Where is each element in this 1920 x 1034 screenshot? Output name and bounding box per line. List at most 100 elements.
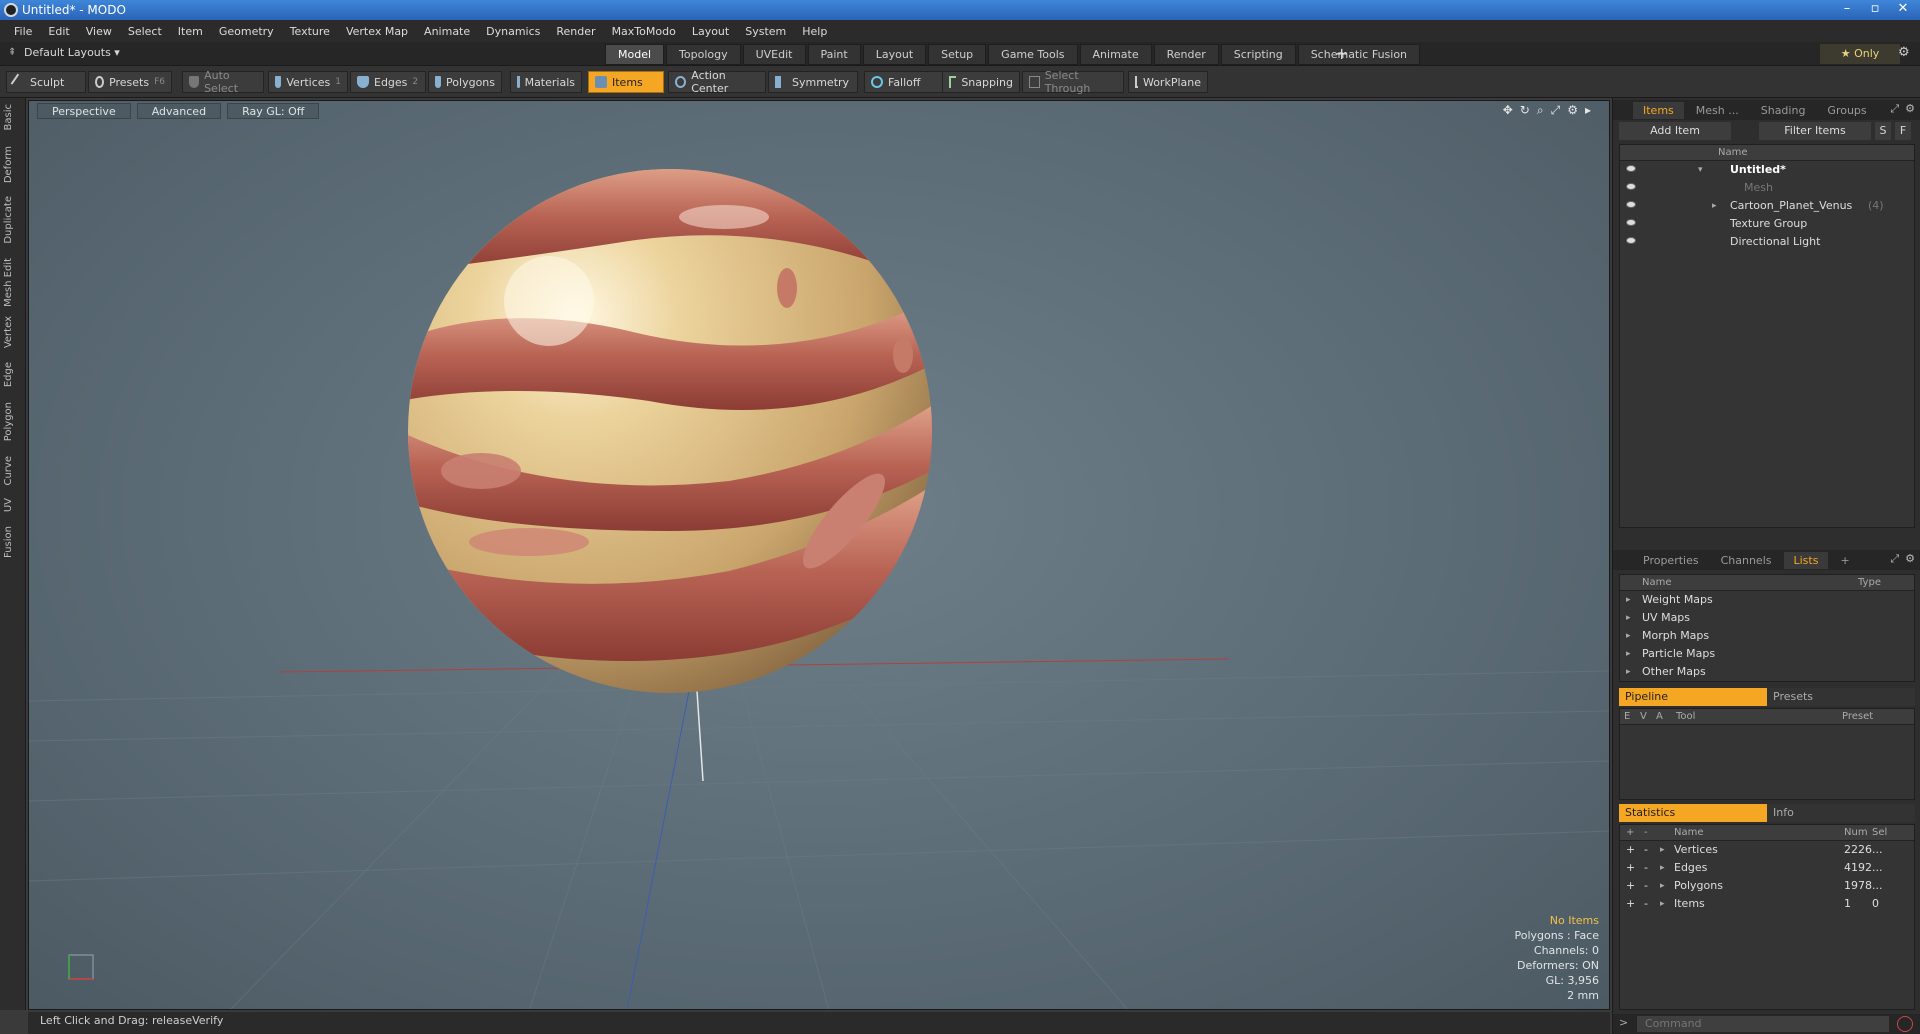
- menu-geometry[interactable]: Geometry: [211, 25, 282, 38]
- tab-shading[interactable]: Shading: [1751, 102, 1816, 119]
- stat-row-vertices[interactable]: + - ▸ Vertices 2226 ...: [1620, 841, 1914, 859]
- tab-lists[interactable]: Lists: [1783, 551, 1829, 569]
- vtab-mesh-edit[interactable]: Mesh Edit: [3, 258, 23, 307]
- action-center-button[interactable]: Action Center: [668, 69, 766, 95]
- visibility-eye-icon[interactable]: [1626, 165, 1636, 172]
- vtab-edge[interactable]: Edge: [3, 362, 23, 387]
- add-item-button[interactable]: Add Item: [1619, 122, 1731, 140]
- tab-layout[interactable]: Layout: [862, 44, 927, 65]
- fit-icon[interactable]: ⤢: [1551, 103, 1561, 118]
- advanced-dropdown[interactable]: Advanced: [136, 103, 222, 119]
- pan-icon[interactable]: ✥: [1503, 103, 1513, 118]
- materials-button[interactable]: Materials: [510, 71, 582, 93]
- tab-channels[interactable]: Channels: [1711, 552, 1782, 569]
- sculpt-button[interactable]: Sculpt: [6, 71, 86, 93]
- vertices-button[interactable]: Vertices 1: [268, 71, 348, 93]
- tab-statistics[interactable]: Statistics: [1619, 804, 1767, 822]
- filter-items-field[interactable]: Filter Items: [1759, 122, 1871, 140]
- auto-select-button[interactable]: Auto Select: [182, 69, 264, 95]
- tab-scripting[interactable]: Scripting: [1220, 44, 1296, 65]
- menu-edit[interactable]: Edit: [40, 25, 77, 38]
- vtab-uv[interactable]: UV: [3, 498, 23, 512]
- tab-items[interactable]: Items: [1633, 101, 1684, 119]
- expand-arrow-icon[interactable]: ▸: [1585, 103, 1591, 118]
- item-row-cartoon-planet-venus[interactable]: ▸ Cartoon_Planet_Venus (4): [1620, 197, 1914, 215]
- stat-row-edges[interactable]: + - ▸ Edges 4192 ...: [1620, 859, 1914, 877]
- tab-game-tools[interactable]: Game Tools: [988, 44, 1078, 65]
- f-button[interactable]: F: [1895, 122, 1911, 140]
- list-item-particle-maps[interactable]: ▸ Particle Maps: [1620, 645, 1914, 663]
- vtab-vertex[interactable]: Vertex: [3, 316, 23, 348]
- panel-expand-icon[interactable]: ⤢: [1890, 552, 1899, 566]
- viewport-settings-icon[interactable]: ⚙: [1567, 103, 1578, 118]
- record-macro-icon[interactable]: [1897, 1016, 1913, 1032]
- menu-layout[interactable]: Layout: [684, 25, 737, 38]
- panel-gear-icon[interactable]: ⚙: [1905, 102, 1915, 116]
- visibility-eye-icon[interactable]: [1626, 237, 1636, 244]
- command-input[interactable]: [1637, 1016, 1889, 1032]
- tab-model[interactable]: Model: [605, 44, 665, 65]
- tab-mesh[interactable]: Mesh ...: [1686, 102, 1749, 119]
- visibility-eye-icon[interactable]: [1626, 201, 1636, 208]
- item-row-texture-group[interactable]: Texture Group: [1620, 215, 1914, 233]
- item-row-directional-light[interactable]: Directional Light: [1620, 233, 1914, 251]
- maximize-button[interactable]: ▫: [1864, 1, 1886, 17]
- tab-setup[interactable]: Setup: [928, 44, 987, 65]
- presets-button[interactable]: Presets F6: [88, 71, 172, 93]
- menu-select[interactable]: Select: [120, 25, 170, 38]
- snapping-button[interactable]: Snapping: [942, 71, 1020, 93]
- menu-dynamics[interactable]: Dynamics: [478, 25, 548, 38]
- close-button[interactable]: ✕: [1892, 1, 1914, 17]
- list-item-uv-maps[interactable]: ▸ UV Maps: [1620, 609, 1914, 627]
- tab-info[interactable]: Info: [1767, 804, 1915, 822]
- gear-icon[interactable]: ⚙: [1898, 45, 1910, 60]
- tab-properties[interactable]: Properties: [1633, 552, 1709, 569]
- falloff-button[interactable]: Falloff: [864, 71, 944, 93]
- vtab-curve[interactable]: Curve: [3, 456, 23, 486]
- tab-render[interactable]: Render: [1153, 44, 1219, 65]
- select-through-button[interactable]: Select Through: [1022, 69, 1124, 95]
- tab-uvedit[interactable]: UVEdit: [742, 44, 806, 65]
- menu-view[interactable]: View: [78, 25, 120, 38]
- only-toggle[interactable]: ★ Only: [1820, 44, 1900, 64]
- add-panel-tab-button[interactable]: +: [1830, 552, 1859, 569]
- tab-presets[interactable]: Presets: [1767, 688, 1915, 706]
- rotate-icon[interactable]: ↻: [1520, 103, 1530, 118]
- menu-help[interactable]: Help: [794, 25, 835, 38]
- panel-gear-icon[interactable]: ⚙: [1905, 552, 1915, 566]
- menu-system[interactable]: System: [737, 25, 794, 38]
- panel-expand-icon[interactable]: ⤢: [1890, 102, 1899, 116]
- vtab-polygon[interactable]: Polygon: [3, 402, 23, 441]
- tab-paint[interactable]: Paint: [807, 44, 861, 65]
- 3d-viewport[interactable]: Perspective Advanced Ray GL: Off ✥ ↻ ⌕ ⤢…: [28, 100, 1610, 1010]
- menu-file[interactable]: File: [6, 25, 40, 38]
- list-item-weight-maps[interactable]: ▸ Weight Maps: [1620, 591, 1914, 609]
- default-layouts-dropdown[interactable]: ⇞ Default Layouts ▾: [8, 46, 120, 59]
- zoom-icon[interactable]: ⌕: [1537, 103, 1544, 118]
- item-row-untitled[interactable]: ▾ Untitled*: [1620, 161, 1914, 179]
- stat-row-items[interactable]: + - ▸ Items 1 0: [1620, 895, 1914, 913]
- tab-schematic-fusion[interactable]: Schematic Fusion: [1297, 44, 1421, 65]
- menu-render[interactable]: Render: [548, 25, 603, 38]
- vtab-fusion[interactable]: Fusion: [3, 526, 23, 558]
- s-button[interactable]: S: [1875, 122, 1891, 140]
- vtab-duplicate[interactable]: Duplicate: [3, 196, 23, 244]
- menu-maxtomodo[interactable]: MaxToModo: [604, 25, 684, 38]
- add-tab-button[interactable]: +: [1335, 44, 1348, 63]
- workplane-button[interactable]: WorkPlane: [1128, 71, 1208, 93]
- items-button[interactable]: Items: [588, 71, 664, 93]
- stat-row-polygons[interactable]: + - ▸ Polygons 1978 ...: [1620, 877, 1914, 895]
- item-row-mesh[interactable]: Mesh: [1620, 179, 1914, 197]
- menu-animate[interactable]: Animate: [416, 25, 478, 38]
- tab-animate[interactable]: Animate: [1079, 44, 1152, 65]
- tab-topology[interactable]: Topology: [666, 44, 741, 65]
- tab-pipeline[interactable]: Pipeline: [1619, 688, 1767, 706]
- vtab-basic[interactable]: Basic: [3, 104, 23, 130]
- list-item-other-maps[interactable]: ▸ Other Maps: [1620, 663, 1914, 681]
- visibility-eye-icon[interactable]: [1626, 183, 1636, 190]
- edges-button[interactable]: Edges 2: [350, 71, 426, 93]
- vtab-deform[interactable]: Deform: [3, 146, 23, 183]
- menu-vertex-map[interactable]: Vertex Map: [338, 25, 416, 38]
- polygons-button[interactable]: Polygons: [428, 71, 502, 93]
- list-item-morph-maps[interactable]: ▸ Morph Maps: [1620, 627, 1914, 645]
